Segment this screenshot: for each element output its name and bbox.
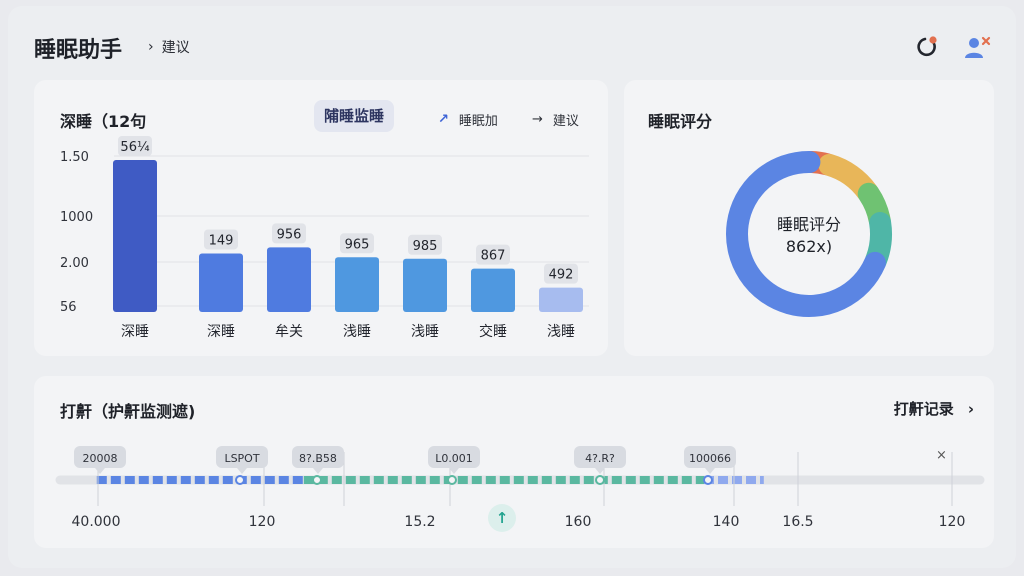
app-title: 睡眠助手 — [34, 38, 123, 63]
timeline-axis-label: 40.000 — [72, 514, 121, 530]
timeline-event-dot[interactable] — [703, 475, 713, 485]
data-label: 985 — [413, 239, 438, 254]
breadcrumb-label: 建议 — [161, 40, 190, 56]
user-add-icon[interactable] — [962, 32, 992, 62]
category-label: 牟关 — [275, 324, 303, 340]
bar[interactable] — [335, 257, 379, 312]
donut-center-value: 862x) — [785, 237, 833, 256]
category-label: 深睡 — [121, 324, 149, 340]
timeline-play-button[interactable]: ↑ — [488, 504, 516, 532]
timeline-marker-label: 100066 — [689, 452, 731, 465]
timeline-marker-label: 20008 — [83, 452, 118, 465]
chevron-right-icon: › — [148, 39, 154, 55]
timeline-marker-pointer — [95, 468, 105, 474]
snore-card: 打鼾（护鼾监测遮) 打鼾记录 › 20008 LSPOT 8?.B58 L0.001 4… — [34, 376, 994, 548]
timeline-axis-label: 120 — [939, 514, 966, 530]
bar[interactable] — [403, 258, 447, 312]
timeline-axis-label: 140 — [713, 514, 740, 530]
data-label: 56¼ — [120, 140, 150, 155]
deep-sleep-card: 深睡（12句 陠睡监睡 ↗ 睡眠加 → 建议 1.50 1000 2.00 56 56¼… — [34, 80, 608, 356]
close-icon[interactable]: × — [936, 448, 947, 463]
timeline-event-dot[interactable] — [312, 475, 322, 485]
timeline-axis-label: 16.5 — [782, 514, 813, 530]
timeline-event-dot[interactable] — [235, 475, 245, 485]
timeline-marker-label: 8?.B58 — [299, 452, 337, 465]
timeline-marker-label: 4?.R? — [585, 452, 615, 465]
bar[interactable] — [199, 253, 243, 312]
sync-icon[interactable] — [912, 32, 942, 62]
timeline-axis-label: 120 — [249, 514, 276, 530]
data-label: 956 — [277, 227, 302, 242]
category-label: 浅睡 — [343, 324, 371, 340]
sleep-score-card: 睡眠评分 睡眠评分 862x) — [624, 80, 994, 356]
sleep-bar-chart: 1.50 1000 2.00 56 56¼ 深睡 149 深睡 956 牟关 965 浅睡 985 浅睡 8… — [60, 136, 589, 340]
y-tick-label: 1000 — [60, 210, 93, 225]
data-label: 867 — [481, 249, 506, 264]
category-label: 浅睡 — [411, 324, 439, 340]
header: 睡眠助手 › 建议 — [8, 6, 1016, 78]
timeline-marker-label: L0.001 — [435, 452, 473, 465]
donut-center-title: 睡眠评分 — [776, 215, 841, 234]
app-window: 睡眠助手 › 建议 深睡（12句 陠睡监睡 ↗ 睡眠加 → 建议 1.50 10… — [8, 6, 1016, 568]
timeline-marker-label: LSPOT — [224, 452, 259, 465]
breadcrumb[interactable]: › 建议 — [148, 37, 190, 57]
y-tick-label: 56 — [60, 300, 77, 315]
data-label: 965 — [345, 237, 370, 252]
timeline-marker-pointer — [705, 468, 715, 474]
y-tick-label: 1.50 — [60, 150, 89, 165]
donut-center-label: 睡眠评分 862x) — [744, 214, 874, 258]
timeline-marker-pointer — [313, 468, 323, 474]
timeline-event-dot[interactable] — [447, 475, 457, 485]
category-label: 深睡 — [207, 324, 235, 340]
bar[interactable] — [113, 160, 157, 312]
data-label: 492 — [549, 268, 574, 283]
timeline-event-dot[interactable] — [595, 475, 605, 485]
data-label: 149 — [209, 233, 234, 248]
bar[interactable] — [267, 247, 311, 312]
bar[interactable] — [539, 287, 583, 312]
timeline-marker-pointer — [237, 468, 247, 474]
category-label: 交睡 — [479, 323, 507, 340]
category-label: 浅睡 — [547, 324, 575, 340]
timeline-axis-label: 15.2 — [404, 514, 435, 530]
y-tick-label: 2.00 — [60, 256, 89, 271]
timeline-axis-label: 160 — [565, 514, 592, 530]
bar[interactable] — [471, 268, 515, 312]
